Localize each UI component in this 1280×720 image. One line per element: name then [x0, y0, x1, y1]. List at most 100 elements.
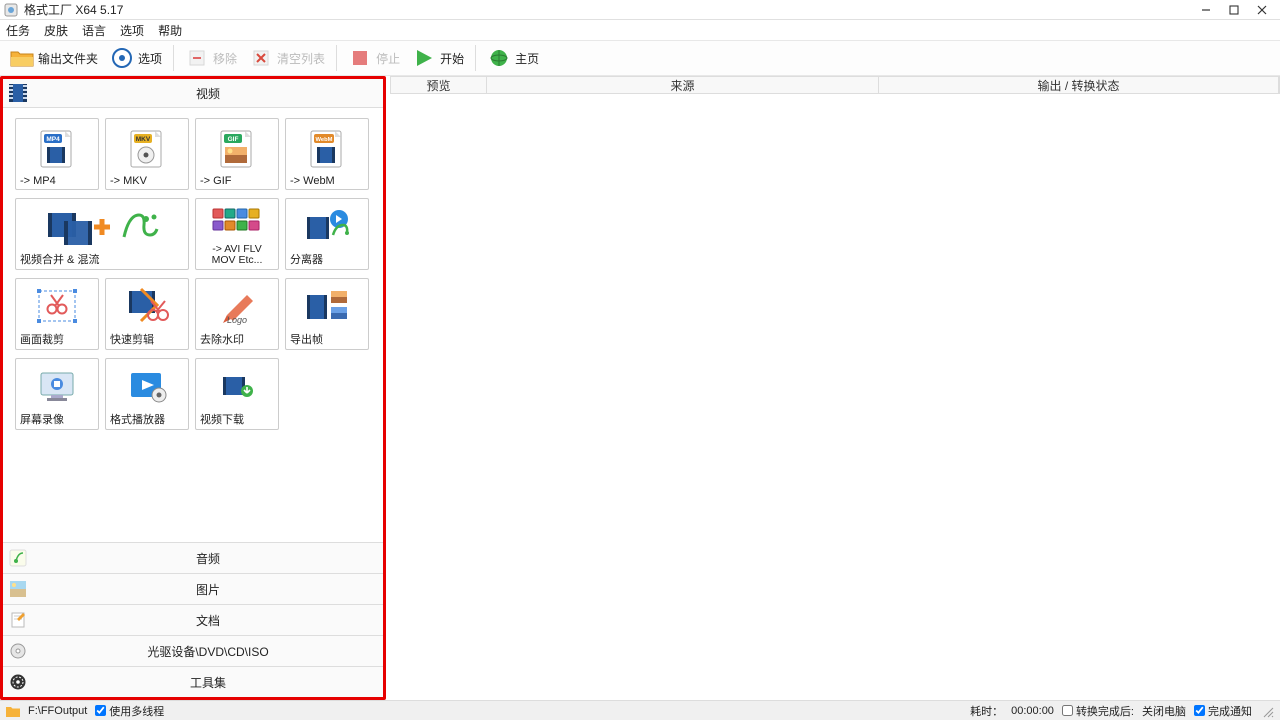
home-button[interactable]: 主页 [483, 44, 543, 72]
tile-webm[interactable]: WebM -> WebM [285, 118, 369, 190]
category-video-header[interactable]: 视频 [3, 79, 383, 108]
tile-gif-label: -> GIF [200, 175, 274, 187]
tools-icon [3, 673, 33, 691]
start-button[interactable]: 开始 [408, 44, 468, 72]
category-panel: 视频 MP4 -> MP4 MKV -> MKV GIF -> GIF WebM [0, 76, 386, 700]
output-folder-label: 输出文件夹 [38, 50, 98, 67]
tile-split-label: 分离器 [290, 251, 364, 267]
stop-label: 停止 [376, 50, 400, 67]
video-tiles: MP4 -> MP4 MKV -> MKV GIF -> GIF WebM ->… [3, 108, 383, 542]
task-list-body[interactable] [390, 94, 1280, 700]
column-headers: 预览 来源 输出 / 转换状态 [390, 76, 1280, 94]
output-path[interactable]: F:\FFOutput [28, 705, 87, 717]
toolbar: 输出文件夹 选项 移除 清空列表 停止 开始 主页 [0, 40, 1280, 76]
tile-gif[interactable]: GIF -> GIF [195, 118, 279, 190]
svg-text:MKV: MKV [136, 136, 151, 143]
tile-watermark-label: 去除水印 [200, 331, 274, 347]
split-icon [303, 203, 351, 251]
stop-button[interactable]: 停止 [344, 44, 404, 72]
output-folder-button[interactable]: 输出文件夹 [6, 44, 102, 72]
tile-webm-label: -> WebM [290, 175, 364, 187]
remove-icon [185, 46, 209, 70]
shutdown-option[interactable]: 关闭电脑 [1142, 703, 1186, 719]
category-disc-label: 光驱设备\DVD\CD\ISO [33, 643, 383, 660]
category-audio[interactable]: 音频 [3, 542, 383, 573]
tile-player[interactable]: 格式播放器 [105, 358, 189, 430]
col-status[interactable]: 输出 / 转换状态 [879, 77, 1279, 93]
menu-help[interactable]: 帮助 [158, 22, 182, 39]
start-label: 开始 [440, 50, 464, 67]
category-image-label: 图片 [33, 581, 383, 598]
maximize-button[interactable] [1220, 1, 1248, 19]
minimize-button[interactable] [1192, 1, 1220, 19]
tile-avi[interactable]: -> AVI FLV MOV Etc... [195, 198, 279, 270]
clear-button[interactable]: 清空列表 [245, 44, 329, 72]
options-label: 选项 [138, 50, 162, 67]
tile-split[interactable]: 分离器 [285, 198, 369, 270]
music-icon [3, 549, 33, 567]
tile-mp4[interactable]: MP4 -> MP4 [15, 118, 99, 190]
tile-mp4-label: -> MP4 [20, 175, 94, 187]
tile-download-label: 视频下载 [200, 411, 274, 427]
menu-skin[interactable]: 皮肤 [44, 22, 68, 39]
tile-watermark[interactable]: Logo 去除水印 [195, 278, 279, 350]
home-label: 主页 [515, 50, 539, 67]
afterdone-checkbox[interactable]: 转换完成后: [1062, 703, 1134, 719]
tile-exportframe[interactable]: 导出帧 [285, 278, 369, 350]
tile-mkv-label: -> MKV [110, 175, 184, 187]
menu-task[interactable]: 任务 [6, 22, 30, 39]
mkv-icon: MKV [125, 123, 169, 175]
tile-screenrec[interactable]: 屏幕录像 [15, 358, 99, 430]
webm-icon: WebM [305, 123, 349, 175]
resize-grip-icon[interactable] [1260, 704, 1274, 718]
category-tools-label: 工具集 [33, 674, 383, 691]
folder-small-icon [6, 705, 20, 717]
svg-text:GIF: GIF [228, 136, 239, 143]
tile-player-label: 格式播放器 [110, 411, 184, 427]
svg-text:Logo: Logo [227, 315, 247, 325]
category-disc[interactable]: 光驱设备\DVD\CD\ISO [3, 635, 383, 666]
tile-crop-label: 画面裁剪 [20, 331, 94, 347]
notify-checkbox[interactable]: 完成通知 [1194, 703, 1252, 719]
category-document-label: 文档 [33, 612, 383, 629]
tile-exportframe-label: 导出帧 [290, 331, 364, 347]
download-icon [213, 363, 261, 411]
menu-options[interactable]: 选项 [120, 22, 144, 39]
category-tools[interactable]: 工具集 [3, 666, 383, 697]
tile-avi-label: -> AVI FLV MOV Etc... [200, 244, 274, 267]
remove-button[interactable]: 移除 [181, 44, 241, 72]
crop-icon [33, 283, 81, 331]
time-label: 耗时： [970, 703, 1003, 719]
col-preview[interactable]: 预览 [391, 77, 487, 93]
options-button[interactable]: 选项 [106, 44, 166, 72]
gear-icon [110, 46, 134, 70]
tile-merge-label: 视频合并 & 混流 [20, 251, 184, 267]
close-button[interactable] [1248, 1, 1276, 19]
tile-screenrec-label: 屏幕录像 [20, 411, 94, 427]
window-title: 格式工厂 X64 5.17 [24, 1, 123, 18]
exportframe-icon [303, 283, 351, 331]
merge-icon [42, 203, 162, 251]
col-source[interactable]: 来源 [487, 77, 879, 93]
document-icon [3, 611, 33, 629]
globe-icon [487, 46, 511, 70]
tile-merge[interactable]: 视频合并 & 混流 [15, 198, 189, 270]
tile-mkv[interactable]: MKV -> MKV [105, 118, 189, 190]
category-document[interactable]: 文档 [3, 604, 383, 635]
tile-crop[interactable]: 画面裁剪 [15, 278, 99, 350]
clear-label: 清空列表 [277, 50, 325, 67]
tile-quickcut[interactable]: 快速剪辑 [105, 278, 189, 350]
avi-icon [211, 203, 263, 244]
menu-language[interactable]: 语言 [82, 22, 106, 39]
category-video-label: 视频 [33, 85, 383, 102]
mp4-icon: MP4 [35, 123, 79, 175]
tile-download[interactable]: 视频下载 [195, 358, 279, 430]
film-icon [3, 82, 33, 104]
svg-text:WebM: WebM [316, 137, 333, 143]
folder-icon [10, 46, 34, 70]
multithread-checkbox[interactable]: 使用多线程 [95, 703, 164, 719]
app-icon [4, 3, 18, 17]
category-image[interactable]: 图片 [3, 573, 383, 604]
category-audio-label: 音频 [33, 550, 383, 567]
watermark-icon: Logo [213, 283, 261, 331]
